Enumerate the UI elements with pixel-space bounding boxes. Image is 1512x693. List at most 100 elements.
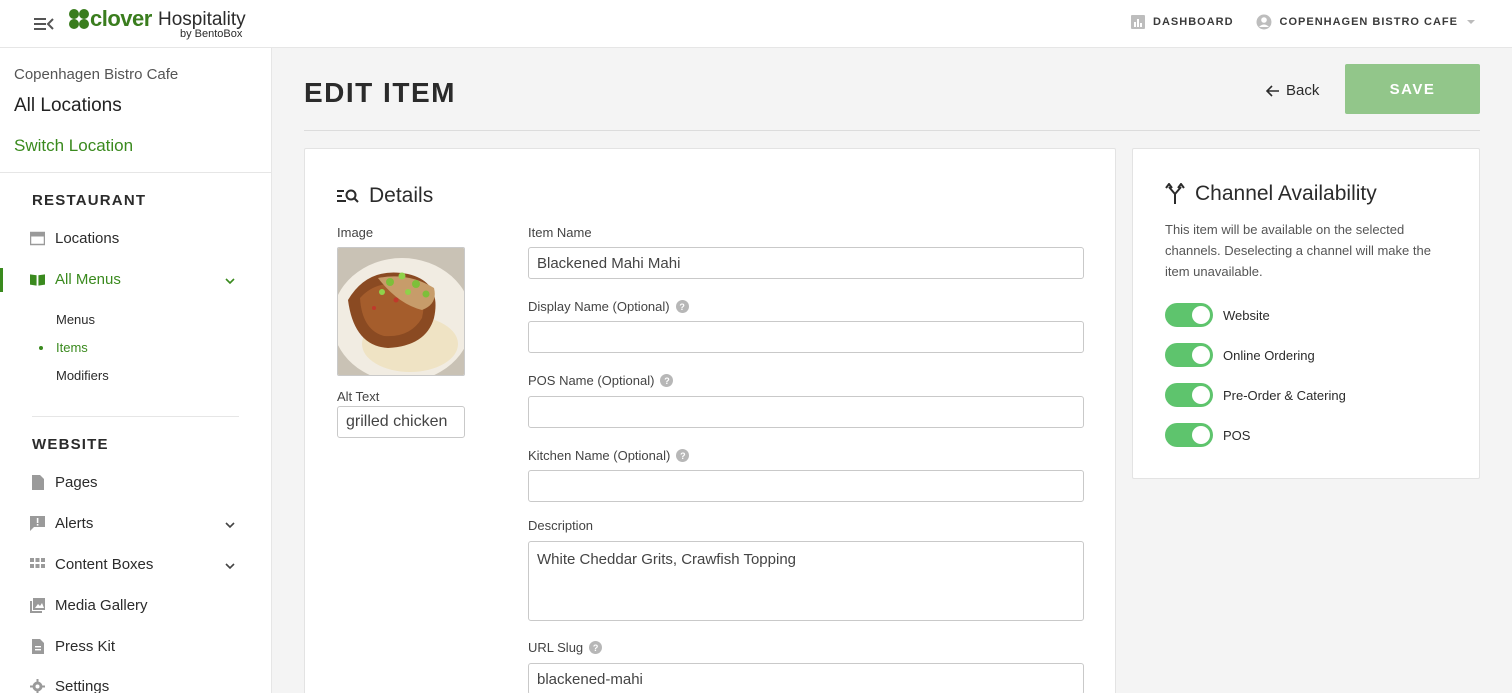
toggle-label: Website xyxy=(1223,307,1270,323)
sidebar-subitem-items[interactable]: Items xyxy=(56,340,88,355)
account-label: COPENHAGEN BISTRO CAFE xyxy=(1279,16,1458,28)
toggle-label: POS xyxy=(1223,427,1251,443)
image-label: Image xyxy=(337,225,374,240)
sidebar-heading-restaurant: RESTAURANT xyxy=(32,192,147,209)
pos-name-label: POS Name (Optional) ? xyxy=(528,373,674,388)
pos-name-input[interactable] xyxy=(528,396,1084,428)
help-icon[interactable]: ? xyxy=(660,374,674,387)
details-heading: Details xyxy=(337,184,433,208)
page-icon xyxy=(32,475,44,490)
sidebar-item-label: Content Boxes xyxy=(55,556,154,573)
toggle-label: Pre-Order & Catering xyxy=(1223,387,1346,403)
save-button[interactable]: SAVE xyxy=(1345,64,1480,114)
pos-name-label-text: POS Name (Optional) xyxy=(528,373,655,388)
sidebar-item-label: All Menus xyxy=(55,271,121,288)
sidebar-item-label: Pages xyxy=(55,474,98,491)
dashboard-label: DASHBOARD xyxy=(1153,16,1234,28)
alt-text-label: Alt Text xyxy=(337,389,380,404)
kitchen-name-input[interactable] xyxy=(528,470,1084,502)
channel-toggle-row: Online Ordering xyxy=(1165,343,1315,367)
url-slug-label-text: URL Slug xyxy=(528,640,584,655)
channel-title: Channel Availability xyxy=(1195,182,1377,205)
help-icon[interactable]: ? xyxy=(675,300,689,313)
alert-icon xyxy=(30,516,45,531)
display-name-label-text: Display Name (Optional) xyxy=(528,299,670,314)
display-name-input[interactable] xyxy=(528,321,1084,353)
sidebar-item-alerts[interactable]: Alerts xyxy=(30,515,93,532)
back-label: Back xyxy=(1286,82,1320,99)
sidebar-subitem-menus[interactable]: Menus xyxy=(56,312,95,327)
item-name-input[interactable]: Blackened Mahi Mahi xyxy=(528,247,1084,279)
sidebar-divider xyxy=(32,416,239,417)
sidebar-all-locations[interactable]: All Locations xyxy=(14,95,122,117)
chevron-down-icon[interactable] xyxy=(224,519,236,531)
channel-toggle-row: POS xyxy=(1165,423,1250,447)
sidebar-item-label: Locations xyxy=(55,230,120,247)
sidebar-subitem-modifiers[interactable]: Modifiers xyxy=(56,368,109,383)
details-card: Details Image Alt Text grilled chicken I… xyxy=(304,148,1116,693)
toggle-label: Online Ordering xyxy=(1223,347,1315,363)
description-textarea[interactable]: White Cheddar Grits, Crawfish Topping xyxy=(528,541,1084,621)
kitchen-name-label: Kitchen Name (Optional) ? xyxy=(528,448,690,463)
sidebar-item-label: Alerts xyxy=(55,515,94,532)
menu-collapse-icon[interactable] xyxy=(34,16,54,32)
kitchen-name-label-text: Kitchen Name (Optional) xyxy=(528,448,671,463)
gallery-icon xyxy=(30,598,45,613)
sidebar-item-label: Media Gallery xyxy=(55,597,148,614)
arrow-left-icon xyxy=(1266,84,1279,97)
grid-icon xyxy=(30,558,45,568)
menu-book-icon xyxy=(30,274,45,286)
active-dot xyxy=(39,346,43,350)
channel-description: This item will be available on the selec… xyxy=(1165,222,1431,279)
back-button[interactable]: Back xyxy=(1266,82,1319,99)
brand-name-bold: clover xyxy=(90,6,152,31)
sidebar-item-settings[interactable]: Settings xyxy=(30,678,109,693)
sidebar: Copenhagen Bistro Cafe All Locations Swi… xyxy=(0,48,272,693)
active-indicator xyxy=(0,268,3,292)
sidebar-item-media-gallery[interactable]: Media Gallery xyxy=(30,597,148,614)
page-title: EDIT ITEM xyxy=(304,77,456,108)
alt-text-input[interactable]: grilled chicken xyxy=(337,406,465,438)
clover-logo-icon xyxy=(69,9,89,29)
sidebar-item-pages[interactable]: Pages xyxy=(30,474,98,491)
website-toggle[interactable] xyxy=(1165,303,1213,327)
display-name-label: Display Name (Optional) ? xyxy=(528,299,689,314)
sidebar-location-name: Copenhagen Bistro Cafe xyxy=(14,66,179,83)
item-name-label: Item Name xyxy=(528,225,592,240)
sidebar-item-locations[interactable]: Locations xyxy=(30,230,119,247)
pre-order-catering-toggle[interactable] xyxy=(1165,383,1213,407)
user-avatar-icon xyxy=(1256,14,1272,30)
sidebar-item-content-boxes[interactable]: Content Boxes xyxy=(30,556,153,573)
channel-toggle-row: Pre-Order & Catering xyxy=(1165,383,1346,407)
account-menu[interactable]: COPENHAGEN BISTRO CAFE xyxy=(1256,14,1476,30)
sidebar-item-all-menus[interactable]: All Menus xyxy=(30,271,121,288)
url-slug-input[interactable]: blackened-mahi xyxy=(528,663,1084,693)
sidebar-item-label: Press Kit xyxy=(55,638,116,655)
sidebar-divider xyxy=(0,172,271,173)
url-slug-label: URL Slug ? xyxy=(528,640,603,655)
chevron-down-icon xyxy=(1467,20,1475,24)
header-divider xyxy=(304,130,1480,131)
food-photo xyxy=(338,248,464,375)
item-image[interactable] xyxy=(337,247,465,376)
details-title: Details xyxy=(369,184,434,207)
top-bar: clover Hospitality by BentoBox DASHBOARD… xyxy=(0,0,1512,48)
chevron-down-icon[interactable] xyxy=(224,560,236,572)
description-label: Description xyxy=(528,518,594,533)
brand-byline: by BentoBox xyxy=(180,28,243,40)
dashboard-icon xyxy=(1131,15,1146,29)
help-icon[interactable]: ? xyxy=(676,449,690,462)
chevron-down-icon[interactable] xyxy=(224,275,236,287)
online-ordering-toggle[interactable] xyxy=(1165,343,1213,367)
channel-toggle-row: Website xyxy=(1165,303,1270,327)
channel-availability-card: Channel Availability This item will be a… xyxy=(1132,148,1480,479)
sidebar-item-press-kit[interactable]: Press Kit xyxy=(30,638,115,655)
document-icon xyxy=(32,639,44,654)
help-icon[interactable]: ? xyxy=(589,641,603,654)
pos-toggle[interactable] xyxy=(1165,423,1213,447)
gear-icon xyxy=(30,679,45,693)
switch-location-link[interactable]: Switch Location xyxy=(14,136,133,156)
details-search-icon xyxy=(337,189,359,203)
sidebar-item-label: Settings xyxy=(55,678,110,693)
dashboard-link[interactable]: DASHBOARD xyxy=(1131,15,1234,29)
